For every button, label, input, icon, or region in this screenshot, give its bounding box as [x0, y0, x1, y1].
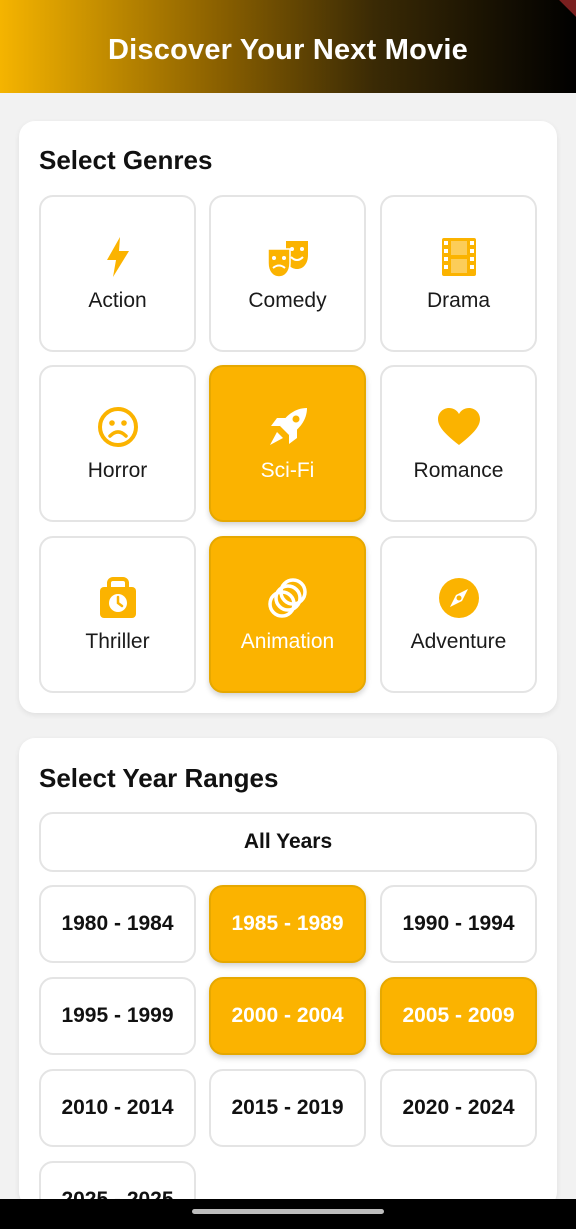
genre-tile-thriller[interactable]: Thriller — [39, 536, 196, 693]
genre-label: Romance — [413, 458, 504, 482]
year-range-1985-1989[interactable]: 1985 - 1989 — [209, 885, 366, 963]
page-title: Discover Your Next Movie — [108, 34, 468, 66]
year-range-2000-2004[interactable]: 2000 - 2004 — [209, 977, 366, 1055]
year-ranges-section-title: Select Year Ranges — [39, 763, 279, 793]
genre-tile-animation[interactable]: Animation — [209, 536, 366, 693]
year-range-1980-1984[interactable]: 1980 - 1984 — [39, 885, 196, 963]
genre-tile-horror[interactable]: Horror — [39, 365, 196, 522]
all-years-button[interactable]: All Years — [39, 812, 537, 872]
app-bar: Discover Your Next Movie — [0, 0, 576, 93]
timer-lock-icon — [96, 576, 140, 620]
year-range-1995-1999[interactable]: 1995 - 1999 — [39, 977, 196, 1055]
sad-face-icon — [96, 405, 140, 449]
genre-label: Sci-Fi — [260, 458, 315, 482]
system-navigation-bar — [0, 1199, 576, 1229]
year-range-2010-2014[interactable]: 2010 - 2014 — [39, 1069, 196, 1147]
genre-label: Thriller — [85, 629, 150, 653]
genre-label: Adventure — [410, 629, 507, 653]
theater-masks-icon — [266, 235, 310, 279]
debug-banner — [541, 0, 576, 26]
year-range-1990-1994[interactable]: 1990 - 1994 — [380, 885, 537, 963]
year-range-2015-2019[interactable]: 2015 - 2019 — [209, 1069, 366, 1147]
year-ranges-card: Select Year Ranges All Years 1980 - 1984… — [19, 738, 557, 1208]
genre-tile-drama[interactable]: Drama — [380, 195, 537, 352]
animation-rings-icon — [266, 576, 310, 620]
genre-tile-comedy[interactable]: Comedy — [209, 195, 366, 352]
genre-tile-romance[interactable]: Romance — [380, 365, 537, 522]
lightning-bolt-icon — [96, 235, 140, 279]
year-range-2020-2024[interactable]: 2020 - 2024 — [380, 1069, 537, 1147]
genre-label: Animation — [240, 629, 335, 653]
year-range-2005-2009[interactable]: 2005 - 2009 — [380, 977, 537, 1055]
genres-section-title: Select Genres — [39, 145, 213, 175]
film-strip-icon — [437, 235, 481, 279]
genres-card: Select Genres Action Comedy Drama Horror… — [19, 121, 557, 713]
genre-label: Action — [88, 288, 147, 312]
compass-icon — [437, 576, 481, 620]
genre-label: Comedy — [248, 288, 327, 312]
genre-tile-action[interactable]: Action — [39, 195, 196, 352]
rocket-icon — [266, 405, 310, 449]
genre-tile-adventure[interactable]: Adventure — [380, 536, 537, 693]
heart-icon — [437, 405, 481, 449]
genre-label: Horror — [87, 458, 148, 482]
genre-tile-sci-fi[interactable]: Sci-Fi — [209, 365, 366, 522]
home-indicator[interactable] — [192, 1209, 384, 1214]
genre-label: Drama — [426, 288, 490, 312]
